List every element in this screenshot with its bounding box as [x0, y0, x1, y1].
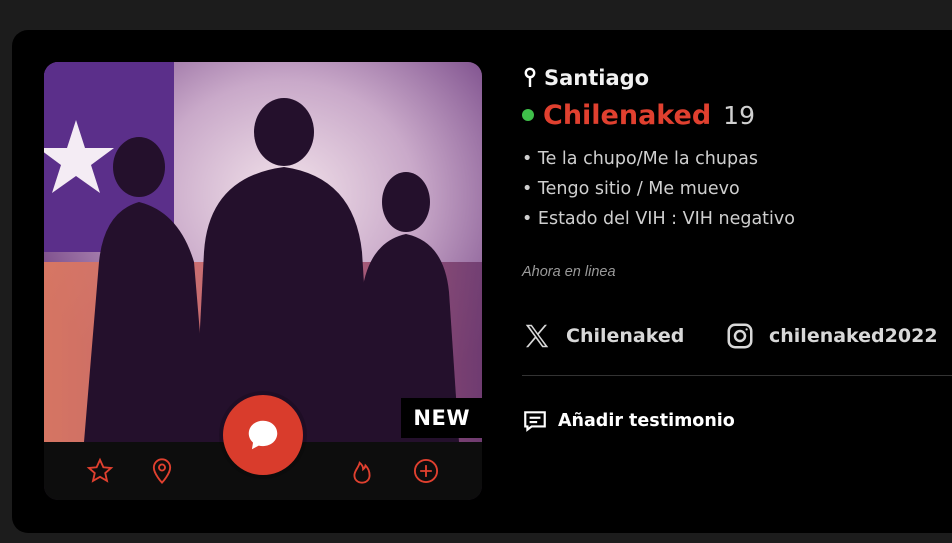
trait-item: Te la chupo/Me la chupas [522, 144, 795, 174]
x-link[interactable]: Chilenaked [522, 318, 684, 354]
profile-name: Chilenaked [543, 99, 712, 131]
location-label: Santiago [544, 66, 650, 90]
map-pin-icon [524, 67, 536, 87]
new-badge: NEW [401, 398, 482, 438]
add-testimonial-label: Añadir testimonio [558, 411, 735, 431]
online-status-text: Ahora en linea [522, 264, 616, 280]
location-row: Santiago [522, 64, 649, 92]
instagram-icon [727, 323, 753, 349]
online-status-dot [522, 109, 534, 121]
x-logo-icon [525, 324, 549, 348]
location-pin-icon[interactable] [148, 457, 176, 485]
trait-item: Tengo sitio / Me muevo [522, 174, 795, 204]
section-divider [522, 375, 952, 376]
instagram-handle: chilenaked2022 [769, 325, 938, 347]
profile-traits: Te la chupo/Me la chupas Tengo sitio / M… [522, 144, 795, 234]
add-testimonial-button[interactable]: Añadir testimonio [522, 405, 735, 437]
instagram-link[interactable]: chilenaked2022 [725, 318, 938, 354]
x-handle: Chilenaked [566, 325, 685, 347]
star-icon[interactable] [86, 457, 114, 485]
chat-bubble-icon [248, 420, 278, 450]
profile-photo-container: NEW [44, 62, 482, 500]
plus-circle-icon[interactable] [412, 457, 440, 485]
trait-item: Estado del VIH : VIH negativo [522, 204, 795, 234]
chat-button[interactable] [223, 395, 303, 475]
profile-age: 19 [723, 100, 755, 130]
flame-icon[interactable] [348, 457, 376, 485]
message-text-icon [524, 411, 546, 432]
name-row: Chilenaked 19 [522, 96, 755, 134]
profile-photo[interactable] [44, 62, 482, 442]
